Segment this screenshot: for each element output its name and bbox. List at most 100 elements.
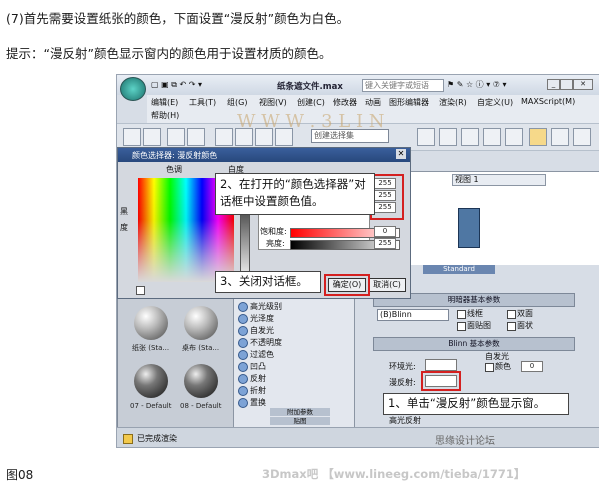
link-icon[interactable] (143, 128, 161, 146)
cancel-button[interactable]: 取消(C) (368, 278, 406, 292)
layer-icon[interactable] (417, 128, 435, 146)
sample-label-1: 纸张 (Sta... (132, 344, 170, 352)
close-icon[interactable]: ✕ (573, 79, 593, 90)
callout-step1: 1、单击“漫反射”颜色显示窗。 (383, 393, 569, 415)
nav-dot-icon (238, 386, 248, 396)
app-logo-icon[interactable] (120, 77, 146, 101)
wire-label: 线框 (467, 309, 483, 318)
face-map-label: 面贴图 (467, 321, 491, 330)
diffuse-highlight (421, 371, 461, 391)
brightness-label: 亮度: (266, 239, 285, 248)
specular-label: 高光反射 (389, 416, 421, 425)
self-illum-value[interactable]: 0 (521, 361, 543, 372)
menu-customize[interactable]: 自定义(U) (477, 97, 513, 108)
sample-sphere-1[interactable] (134, 306, 168, 340)
ok-highlight (324, 274, 370, 296)
snap-icon[interactable] (215, 128, 233, 146)
search-input[interactable]: 键入关键字或短语 (362, 79, 444, 92)
nav-dot-icon (238, 362, 248, 372)
curve-editor-icon[interactable] (439, 128, 457, 146)
sample-label-4: 08 - Default (180, 402, 222, 410)
hue-label: 色调 (166, 165, 182, 174)
sample-sphere-4[interactable] (184, 364, 218, 398)
blinn-rollout[interactable]: Blinn 基本参数 (373, 337, 575, 351)
status-text: 已完成渲染 (137, 434, 177, 443)
material-editor-icon[interactable] (529, 128, 547, 146)
shader-dropdown[interactable]: (B)Blinn (377, 309, 449, 321)
maximize-icon[interactable] (560, 79, 573, 90)
menu-tools[interactable]: 工具(T) (189, 97, 216, 108)
nav-item[interactable]: 反射 (250, 373, 266, 384)
nav-item[interactable]: 高光级别 (250, 301, 282, 312)
nav-item[interactable]: 自发光 (250, 325, 274, 336)
render-frame-icon[interactable] (505, 128, 523, 146)
nav-item[interactable]: 过滤色 (250, 349, 274, 360)
footer-watermark: 3Dmax吧 【www.lineeg.com/tieba/1771】 (262, 467, 526, 481)
menu-help[interactable]: 帮助(H) (151, 110, 179, 121)
render-icon[interactable] (551, 128, 569, 146)
minimize-icon[interactable]: _ (547, 79, 560, 90)
move-icon[interactable] (167, 128, 185, 146)
max-screenshot: ▢ ▣ ⧉ ↶ ↷ ▾ 纸条遮文件.max 键入关键字或短语 ⚑ ✎ ☆ ⓘ ▾… (116, 74, 599, 448)
dialog-close-icon[interactable]: ✕ (396, 149, 406, 159)
viewport-label[interactable]: 视图 1 (452, 174, 546, 186)
map-navigator: 高光级别 光泽度 自发光 不透明度 过滤色 凹凸 反射 折射 置换 附加参数 贴… (233, 297, 355, 429)
status-icon (123, 434, 133, 444)
sample-sphere-2[interactable] (184, 306, 218, 340)
menu-rendering[interactable]: 渲染(R) (439, 97, 467, 108)
render-setup-icon[interactable] (483, 128, 501, 146)
nav-dot-icon (238, 374, 248, 384)
menu-group[interactable]: 组(G) (227, 97, 247, 108)
menu-modifiers[interactable]: 修改器 (333, 97, 357, 108)
toolbar-right-icons[interactable]: ⚑ ✎ ☆ ⓘ ▾ ⑦ ▾ (447, 79, 507, 90)
callout-step2: 2、在打开的“颜色选择器”对话框中设置颜色值。 (215, 173, 375, 215)
rotate-icon[interactable] (187, 128, 205, 146)
schematic-icon[interactable] (461, 128, 479, 146)
nav-dot-icon (238, 314, 248, 324)
dialog-title: 颜色选择器: 漫反射颜色 (132, 151, 218, 160)
menu-edit[interactable]: 编辑(E) (151, 97, 178, 108)
brightness-value[interactable]: 255 (374, 238, 396, 249)
menu-maxscript[interactable]: MAXScript(M) (521, 97, 575, 106)
eyedropper-icon[interactable] (136, 286, 145, 295)
two-sided-checkbox[interactable] (507, 310, 516, 319)
diffuse-label: 漫反射: (389, 378, 416, 387)
wire-checkbox[interactable] (457, 310, 466, 319)
viewport[interactable]: 视图 1 (407, 171, 599, 267)
preview-swatch (458, 208, 480, 248)
dialog-titlebar: 颜色选择器: 漫反射颜色 ✕ (118, 148, 410, 162)
figure-label: 图08 (6, 468, 34, 482)
watermark-bottom: 思缘设计论坛 www.MISSYUAN.COM (435, 436, 495, 447)
nav-item[interactable]: 不透明度 (250, 337, 282, 348)
face-map-checkbox[interactable] (457, 322, 466, 331)
ambient-label: 环境光: (389, 362, 416, 371)
step-text: (7)首先需要设置纸张的颜色，下面设置“漫反射”颜色为白色。 (6, 11, 350, 26)
nav-item[interactable]: 光泽度 (250, 313, 274, 324)
menu-create[interactable]: 创建(C) (297, 97, 325, 108)
quick-access-icons[interactable]: ▢ ▣ ⧉ ↶ ↷ ▾ (151, 80, 202, 90)
menu-graph-editors[interactable]: 图形编辑器 (389, 97, 429, 108)
faceted-checkbox[interactable] (507, 322, 516, 331)
nav-item[interactable]: 折射 (250, 385, 266, 396)
menu-views[interactable]: 视图(V) (259, 97, 287, 108)
blackness-label: 黑 (120, 207, 128, 216)
select-icon[interactable] (123, 128, 141, 146)
two-sided-label: 双面 (517, 309, 533, 318)
nav-dot-icon (238, 302, 248, 312)
sample-label-3: 07 - Default (130, 402, 172, 410)
standard-label[interactable]: Standard (423, 265, 495, 274)
nav-maps[interactable]: 贴图 (270, 417, 330, 425)
ambient-swatch[interactable] (425, 359, 457, 371)
sample-slots: 纸张 (Sta... 桌布 (Sta... 07 - Default 08 - … (117, 297, 235, 429)
self-illum-color-label: 颜色 (495, 362, 511, 371)
sample-sphere-3[interactable] (134, 364, 168, 398)
window-title: 纸条遮文件.max (277, 82, 343, 92)
status-bar: 已完成渲染 思缘设计论坛 www.MISSYUAN.COM (117, 427, 599, 447)
menu-animation[interactable]: 动画 (365, 97, 381, 108)
nav-item[interactable]: 置换 (250, 397, 266, 408)
self-illum-color-checkbox[interactable] (485, 363, 494, 372)
saturation-value[interactable]: 0 (374, 226, 396, 237)
nav-item[interactable]: 凹凸 (250, 361, 266, 372)
nav-extra-params[interactable]: 附加参数 (270, 408, 330, 416)
render-production-icon[interactable] (573, 128, 591, 146)
